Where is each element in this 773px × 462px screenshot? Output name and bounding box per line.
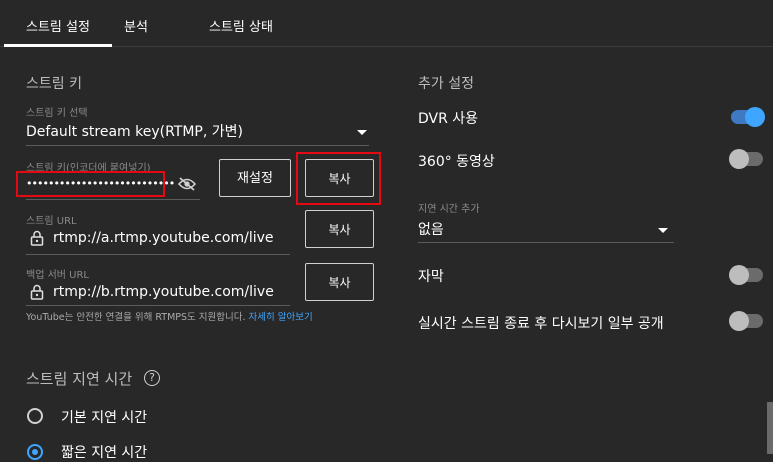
stream-key-select-underline [26,145,369,146]
dropdown-caret-icon[interactable] [658,228,668,233]
tab-bar: 스트림 설정 분석 스트림 상태 [0,0,773,47]
delay-value[interactable]: 없음 [418,219,444,239]
dvr-label: DVR 사용 [418,111,479,127]
visibility-off-icon[interactable] [178,177,196,191]
reset-button[interactable]: 재설정 [219,159,291,197]
lock-icon [30,284,44,300]
rtmps-notice: YouTube는 안전한 연결을 위해 RTMPS도 지원합니다. 자세히 알아… [26,311,376,325]
low-latency-label: 짧은 지연 시간 [61,445,148,461]
copy-url-button[interactable]: 복사 [305,210,374,248]
backup-url-value: rtmp://b.rtmp.youtube.com/live [53,284,274,300]
stream-key-select-value[interactable]: Default stream key(RTMP, 가변) [26,121,243,141]
delay-underline [418,242,674,243]
backup-url-label: 백업 서버 URL [26,270,89,281]
backup-url-underline [26,305,290,306]
highlight-box-copy [296,152,381,205]
copy-backup-url-button[interactable]: 복사 [305,263,374,301]
stream-url-value: rtmp://a.rtmp.youtube.com/live [53,230,274,246]
video360-label: 360° 동영상 [418,154,495,170]
radio-low-latency[interactable] [27,444,43,460]
dvr-toggle[interactable] [731,107,765,127]
help-icon[interactable]: ? [144,370,160,386]
captions-toggle[interactable] [729,265,763,285]
stream-url-underline [26,254,290,255]
tab-stream-settings[interactable]: 스트림 설정 [4,16,112,47]
stream-key-underline [26,199,200,200]
learn-more-link[interactable]: 자세히 알아보기 [249,312,313,323]
highlight-box-key [16,171,165,197]
rtmps-notice-text: YouTube는 안전한 연결을 위해 RTMPS도 지원합니다. [26,312,249,323]
latency-title: 스트림 지연 시간 [26,370,133,388]
replay-toggle[interactable] [729,311,763,331]
stream-key-title: 스트림 키 [26,76,82,92]
normal-latency-label: 기본 지연 시간 [61,410,148,426]
captions-label: 자막 [418,269,444,285]
video360-toggle[interactable] [729,149,763,169]
lock-icon [30,230,44,246]
scrollbar[interactable] [767,402,773,454]
stream-url-label: 스트림 URL [26,216,77,227]
delay-label: 지연 시간 추가 [418,204,480,215]
replay-label: 실시간 스트림 종료 후 다시보기 일부 공개 [418,316,664,332]
additional-settings-title: 추가 설정 [418,76,474,92]
dropdown-caret-icon[interactable] [357,130,367,135]
tab-analytics[interactable]: 분석 [124,16,148,35]
tab-stream-health[interactable]: 스트림 상태 [209,16,273,35]
radio-normal-latency[interactable] [27,408,43,424]
stream-key-select-label: 스트림 키 선택 [26,108,88,119]
